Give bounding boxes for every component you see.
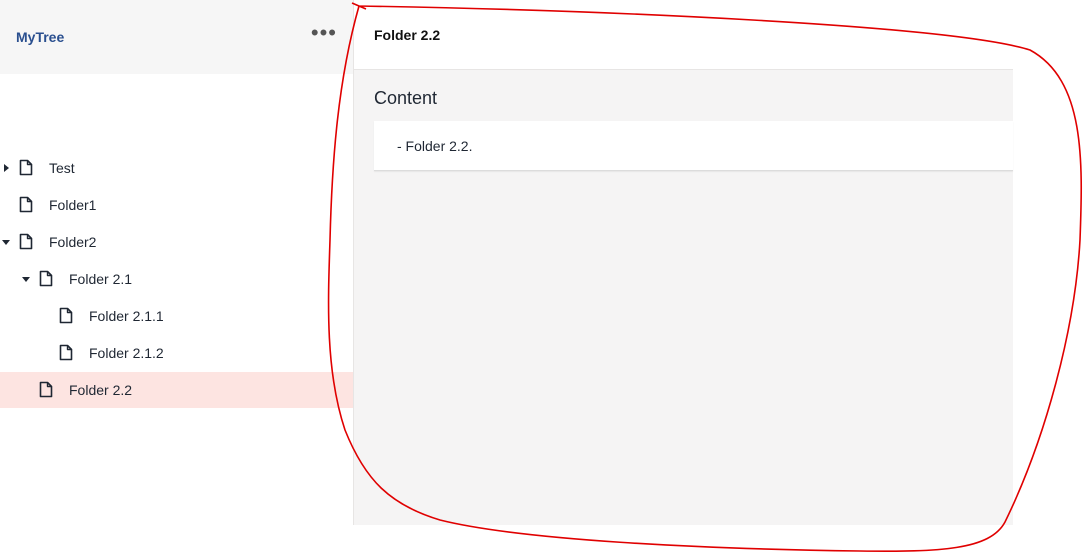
tree-node[interactable]: Folder 2.1.1 — [0, 298, 353, 334]
app-title: MyTree — [16, 29, 65, 45]
tree-node[interactable]: Folder2 — [0, 224, 353, 260]
tree-node-label: Folder 2.2 — [69, 382, 133, 398]
sidebar: MyTree ••• Test Folder1 Folder2 Folder 2.1 F… — [0, 0, 354, 525]
tree-node[interactable]: Folder 2.2 — [0, 372, 353, 408]
tree-node-label: Folder 2.1 — [69, 271, 133, 287]
file-icon — [19, 159, 33, 176]
content-text: - Folder 2.2. — [397, 137, 473, 154]
caret-right-icon[interactable] — [1, 163, 11, 173]
caret-down-icon[interactable] — [1, 237, 11, 247]
content-card: - Folder 2.2. — [374, 121, 1013, 171]
tree-node[interactable]: Folder 2.1.2 — [0, 335, 353, 371]
file-icon — [59, 307, 73, 324]
section-title: Content — [374, 88, 438, 108]
tree-node[interactable]: Test — [0, 150, 353, 186]
tree-node[interactable]: Folder 2.1 — [0, 261, 353, 297]
caret-down-icon[interactable] — [21, 274, 31, 284]
file-icon — [19, 196, 33, 213]
file-icon — [59, 344, 73, 361]
main-header: Folder 2.2 — [354, 0, 1013, 70]
tree-node-label: Folder2 — [49, 234, 97, 250]
page-title: Folder 2.2 — [374, 26, 441, 43]
tree-node-label: Folder 2.1.1 — [89, 308, 164, 324]
file-icon — [39, 270, 53, 287]
file-icon — [39, 381, 53, 398]
main-panel: Folder 2.2 Content - Folder 2.2. — [354, 0, 1013, 525]
more-options-icon[interactable]: ••• — [311, 22, 337, 46]
tree-node-label: Folder 2.1.2 — [89, 345, 164, 361]
tree-node[interactable]: Folder1 — [0, 187, 353, 223]
tree-node-label: Folder1 — [49, 197, 97, 213]
tree-node-label: Test — [49, 160, 75, 176]
sidebar-header: MyTree ••• — [0, 0, 353, 74]
file-icon — [19, 233, 33, 250]
